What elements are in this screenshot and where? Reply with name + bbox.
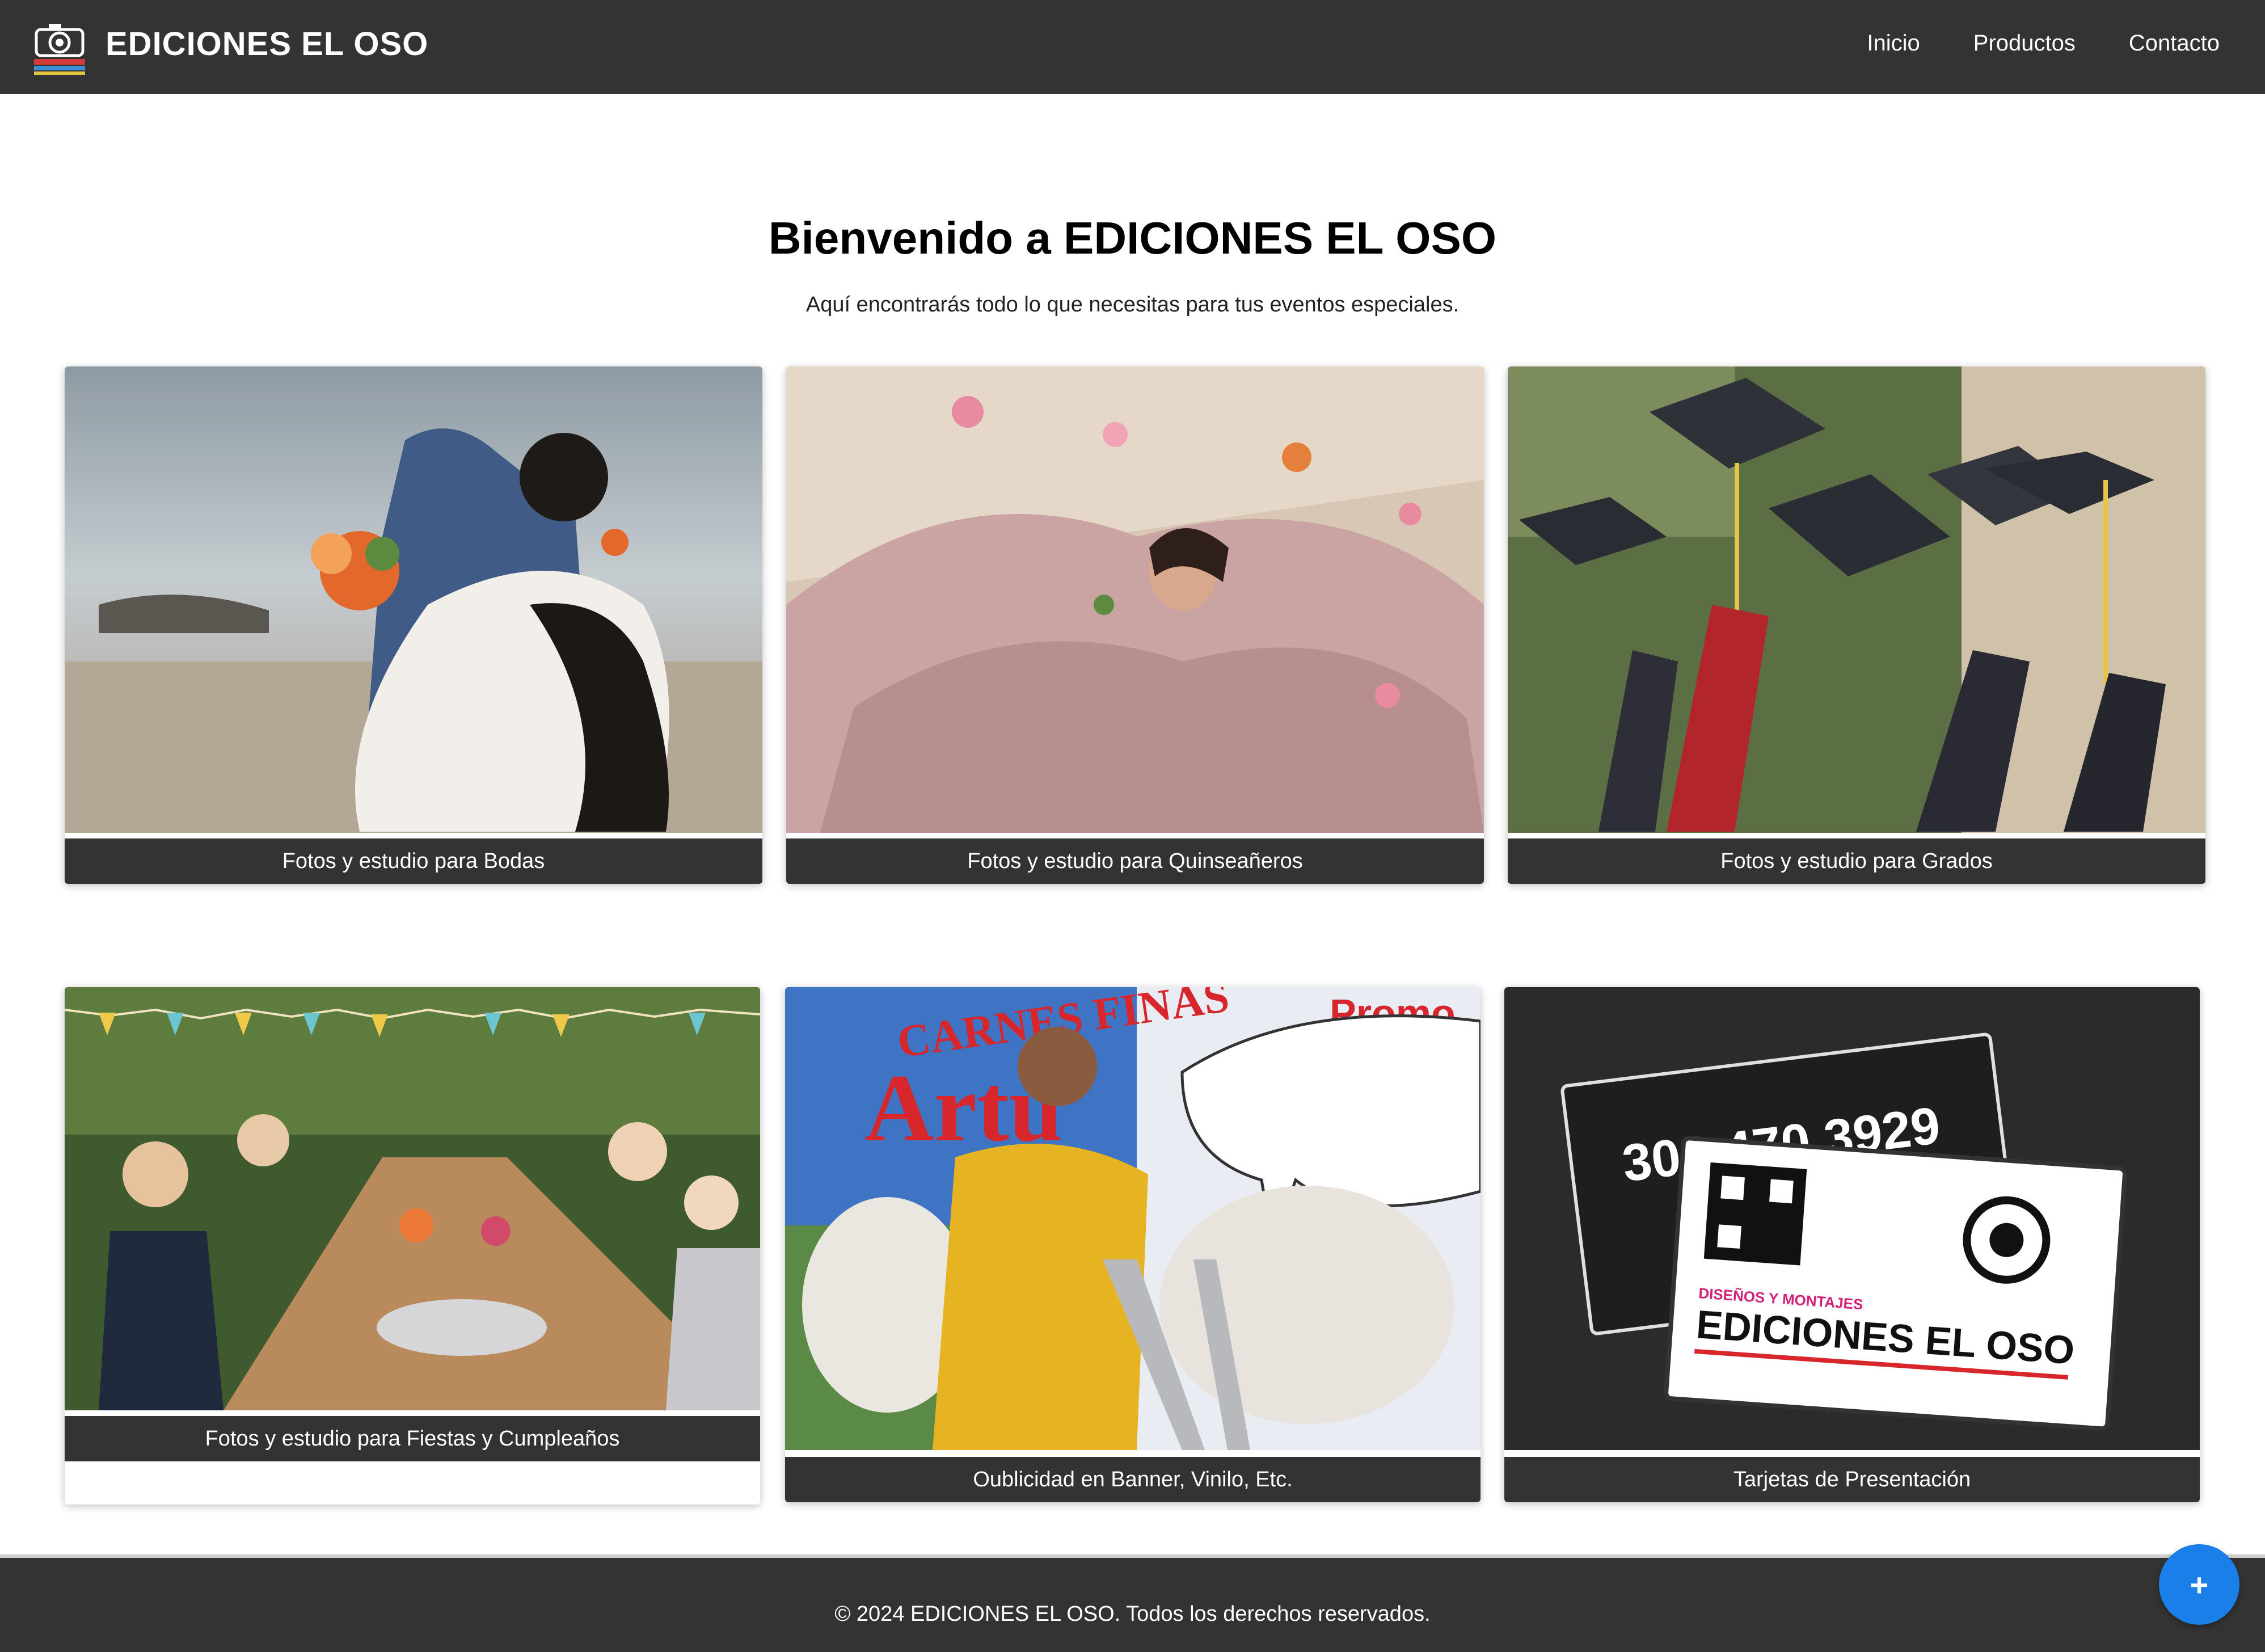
brand-title[interactable]: EDICIONES EL OSO [106,25,428,63]
add-floating-button[interactable]: + [2159,1544,2239,1625]
card-tarjetas[interactable]: 300 470 3929 DISEÑOS Y MONTAJES EDICIONE… [1504,987,2200,1502]
card-caption[interactable]: Fotos y estudio para Grados [1508,838,2205,884]
card-caption[interactable]: Oublicidad en Banner, Vinilo, Etc. [785,1457,1481,1502]
card-caption[interactable]: Fotos y estudio para Quinseañeros [786,838,1484,884]
banner-photo: CARNES FINAS Artu Promo [785,987,1481,1450]
page-subtitle: Aquí encontrarás todo lo que necesitas p… [805,293,1460,317]
card-caption[interactable]: Tarjetas de Presentación [1504,1457,2200,1502]
card-bodas[interactable]: Fotos y estudio para Bodas [65,366,762,884]
footer-copyright: © 2024 EDICIONES EL OSO. Todos los derec… [834,1602,1431,1626]
top-navbar: EDICIONES EL OSO Inicio Productos Contac… [0,0,2265,94]
nav-link-inicio[interactable]: Inicio [1867,31,1920,56]
nav-link-productos[interactable]: Productos [1973,31,2076,56]
quinceanera-photo [786,366,1484,833]
graduation-photo [1508,366,2205,833]
business-cards-photo: 300 470 3929 DISEÑOS Y MONTAJES EDICIONE… [1504,987,2200,1450]
main-nav: Inicio Productos Contacto [1813,31,2220,56]
card-caption[interactable]: Fotos y estudio para Fiestas y Cumpleaño… [65,1416,760,1461]
card-banner[interactable]: CARNES FINAS Artu Promo Oublicidad en Ba… [785,987,1481,1502]
card-quinceaneros[interactable]: Fotos y estudio para Quinseañeros [786,366,1484,884]
card-grados[interactable]: Fotos y estudio para Grados [1508,366,2205,884]
card-caption[interactable]: Fotos y estudio para Bodas [65,838,762,884]
site-footer: © 2024 EDICIONES EL OSO. Todos los derec… [0,1554,2265,1652]
camera-logo-icon[interactable] [24,10,95,82]
party-photo [65,987,760,1410]
page-title: Bienvenido a EDICIONES EL OSO [768,213,1497,263]
card-fiestas[interactable]: Fotos y estudio para Fiestas y Cumpleaño… [65,987,760,1504]
wedding-photo [65,366,762,833]
nav-link-contacto[interactable]: Contacto [2129,31,2220,56]
